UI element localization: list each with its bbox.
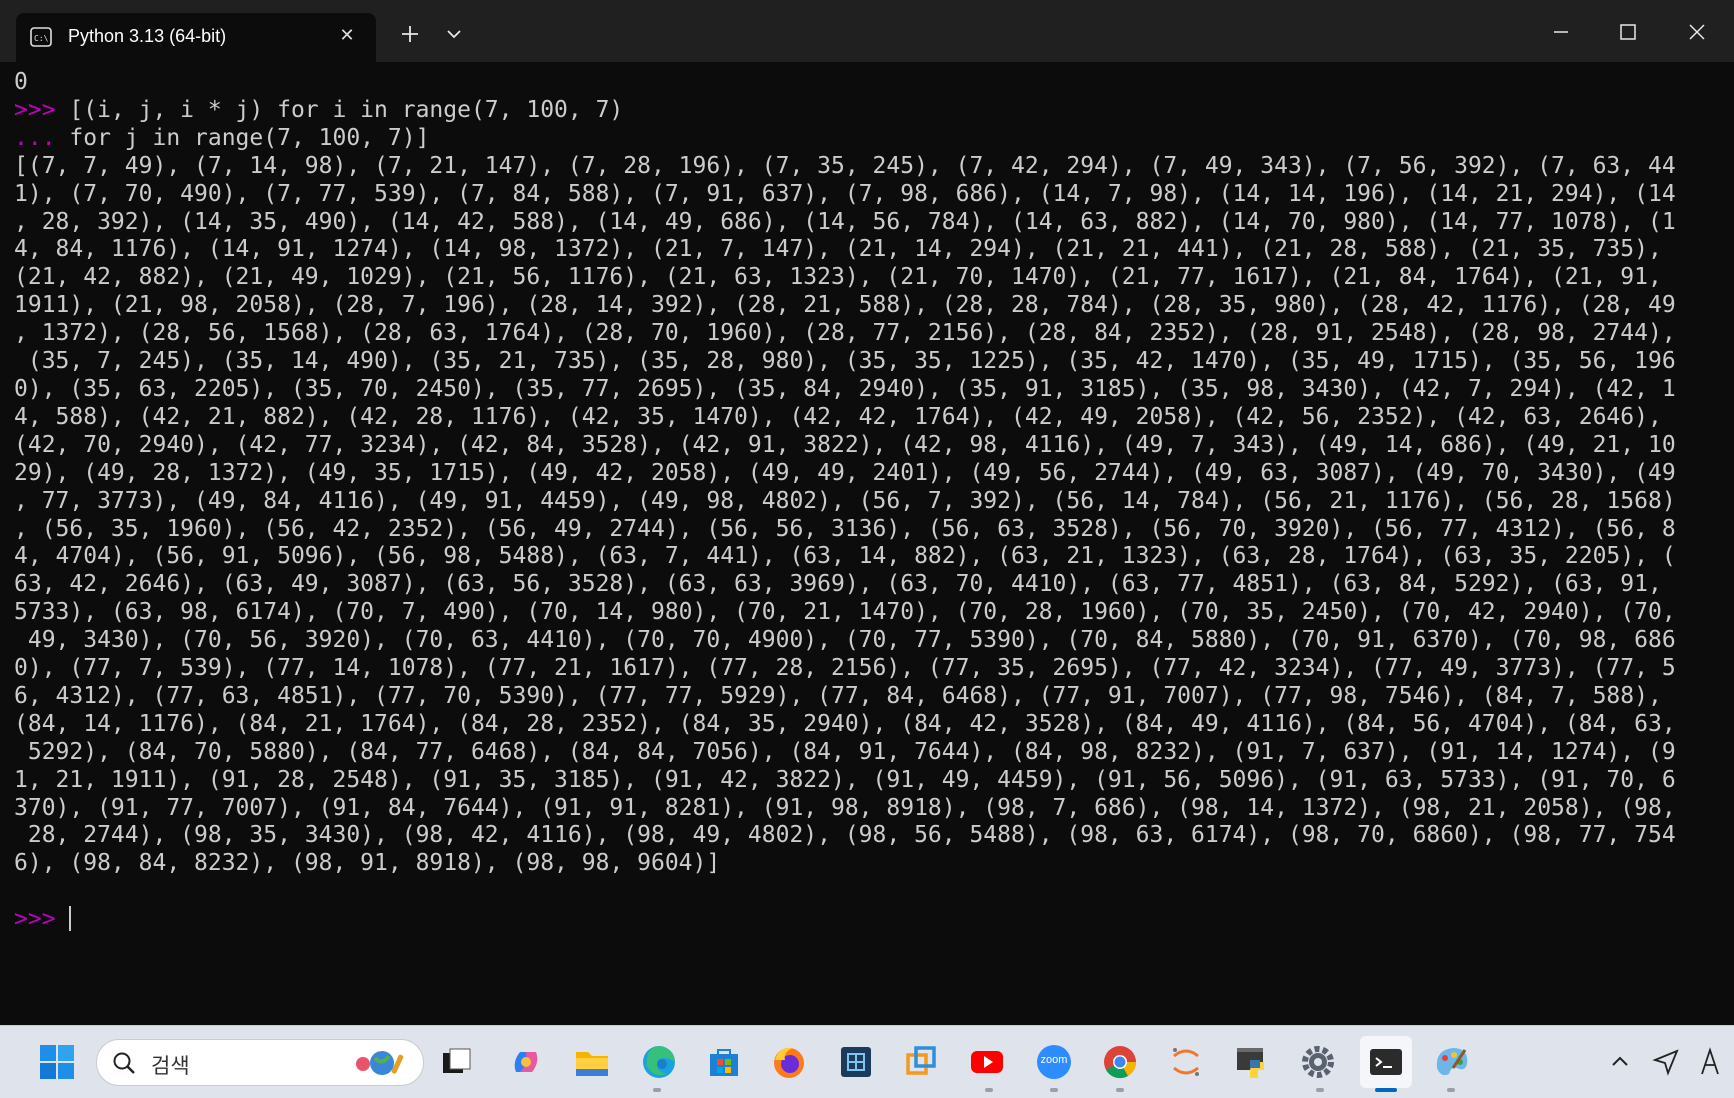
output-line: 0), (35, 63, 2205), (35, 70, 2450), (35,…	[14, 375, 1676, 402]
output-line: 29), (49, 28, 1372), (49, 35, 1715), (49…	[14, 459, 1676, 486]
firefox-icon[interactable]	[765, 1038, 813, 1086]
tab-dropdown-chevron-icon[interactable]	[436, 16, 472, 52]
youtube-icon[interactable]	[963, 1038, 1011, 1086]
output-line: 28, 2744), (98, 35, 3430), (98, 42, 4116…	[14, 822, 1676, 849]
copilot-icon[interactable]	[502, 1038, 550, 1086]
active-indicator	[1375, 1088, 1397, 1092]
start-icon[interactable]	[33, 1038, 81, 1086]
running-indicator	[1316, 1088, 1324, 1092]
paint-icon[interactable]	[1427, 1038, 1475, 1086]
output-line: 6), (98, 84, 8232), (98, 91, 8918), (98,…	[14, 850, 721, 877]
output-line: , 1372), (28, 56, 1568), (28, 63, 1764),…	[14, 320, 1676, 347]
show-hidden-icons-chevron-icon[interactable]	[1602, 1044, 1638, 1080]
output-line: 5733), (63, 98, 6174), (70, 7, 490), (70…	[14, 599, 1676, 626]
search-placeholder: 검색	[151, 1054, 190, 1078]
task-view-icon[interactable]	[433, 1038, 481, 1086]
output-line: (42, 70, 2940), (42, 77, 3234), (42, 84,…	[14, 431, 1676, 458]
output-line: , 77, 3773), (49, 84, 4116), (49, 91, 44…	[14, 487, 1676, 514]
input-method-icon[interactable]	[1694, 1044, 1734, 1080]
output-line: (35, 7, 245), (35, 14, 490), (35, 21, 73…	[14, 348, 1676, 375]
output-line: , 28, 392), (14, 35, 490), (14, 42, 588)…	[14, 208, 1676, 235]
running-indicator	[653, 1088, 661, 1092]
continuation-marker: ...	[14, 124, 70, 151]
terminal-window: C:\ Python 3.13 (64-bit) ✕ 0 >>> [(i, j,…	[0, 0, 1734, 1025]
location-arrow-icon[interactable]	[1648, 1044, 1684, 1080]
active-prompt: >>>	[14, 906, 70, 933]
output-line: (84, 14, 1176), (84, 21, 1764), (84, 28,…	[14, 710, 1676, 737]
jupyter-icon[interactable]	[1162, 1038, 1210, 1086]
input-code-line: for j in range(7, 100, 7)]	[69, 124, 430, 151]
prompt-marker: >>>	[14, 96, 70, 123]
terminal-output[interactable]: 0 >>> [(i, j, i * j) for i in range(7, 1…	[14, 69, 1724, 932]
output-line: 1), (7, 70, 490), (7, 77, 539), (7, 84, …	[14, 180, 1676, 207]
minimize-icon[interactable]	[1528, 4, 1594, 60]
settings-icon[interactable]	[1294, 1038, 1342, 1086]
close-window-icon[interactable]	[1664, 4, 1730, 60]
output-line: 0), (77, 7, 539), (77, 14, 1078), (77, 2…	[14, 655, 1676, 682]
output-line: 4, 588), (42, 21, 882), (42, 28, 1176), …	[14, 403, 1662, 430]
output-line: 0	[14, 69, 28, 95]
output-line: (21, 42, 882), (21, 49, 1029), (21, 56, …	[14, 264, 1662, 291]
terminal-taskbar-button[interactable]	[1360, 1036, 1412, 1088]
output-line: 4, 4704), (56, 91, 5096), (56, 98, 5488)…	[14, 543, 1676, 570]
tab-python[interactable]: C:\ Python 3.13 (64-bit) ✕	[16, 13, 376, 62]
store-icon[interactable]	[700, 1038, 748, 1086]
search-box[interactable]: 검색	[96, 1039, 424, 1086]
terminal-app-icon: C:\	[30, 27, 52, 47]
file-explorer-icon[interactable]	[568, 1038, 616, 1086]
taskbar: 검색 zoom	[0, 1025, 1734, 1098]
running-indicator	[1447, 1088, 1455, 1092]
edge-icon[interactable]	[635, 1038, 683, 1086]
running-indicator	[1116, 1088, 1124, 1092]
output-line: 4, 84, 1176), (14, 91, 1274), (14, 98, 1…	[14, 236, 1662, 263]
vmware-icon[interactable]	[897, 1038, 945, 1086]
new-tab-icon[interactable]	[392, 16, 428, 52]
output-line: 49, 3430), (70, 56, 3920), (70, 63, 4410…	[14, 627, 1676, 654]
zoom-icon[interactable]: zoom	[1030, 1038, 1078, 1086]
svg-text:C:\: C:\	[34, 34, 49, 43]
running-indicator	[985, 1088, 993, 1092]
output-line: 5292), (84, 70, 5880), (84, 77, 6468), (…	[14, 738, 1676, 765]
terminal-icon	[1370, 1049, 1402, 1075]
zoom-label: zoom	[1040, 1054, 1068, 1066]
tab-title: Python 3.13 (64-bit)	[68, 26, 227, 46]
search-highlight-icon	[356, 1051, 404, 1075]
search-icon	[113, 1052, 135, 1074]
output-line: [(7, 7, 49), (7, 14, 98), (7, 21, 147), …	[14, 152, 1676, 179]
output-line: 370), (91, 77, 7007), (91, 84, 7644), (9…	[14, 794, 1676, 821]
output-line: 6, 4312), (77, 63, 4851), (77, 70, 5390)…	[14, 682, 1662, 709]
output-line: 1911), (21, 98, 2058), (28, 7, 196), (28…	[14, 292, 1676, 319]
python-idle-icon[interactable]	[1228, 1038, 1276, 1086]
output-line: , (56, 35, 1960), (56, 42, 2352), (56, 4…	[14, 515, 1676, 542]
chrome-icon[interactable]	[1096, 1038, 1144, 1086]
close-tab-icon[interactable]: ✕	[332, 21, 362, 51]
output-line: 1, 21, 1911), (91, 28, 2548), (91, 35, 3…	[14, 766, 1676, 793]
running-indicator	[1050, 1088, 1058, 1092]
input-code-line: [(i, j, i * j) for i in range(7, 100, 7)	[69, 96, 624, 123]
sandbox-icon[interactable]	[832, 1038, 880, 1086]
output-line: 63, 42, 2646), (63, 49, 3087), (63, 56, …	[14, 571, 1662, 598]
title-bar: C:\ Python 3.13 (64-bit) ✕	[0, 0, 1734, 62]
maximize-icon[interactable]	[1595, 4, 1661, 60]
text-cursor	[69, 906, 72, 932]
